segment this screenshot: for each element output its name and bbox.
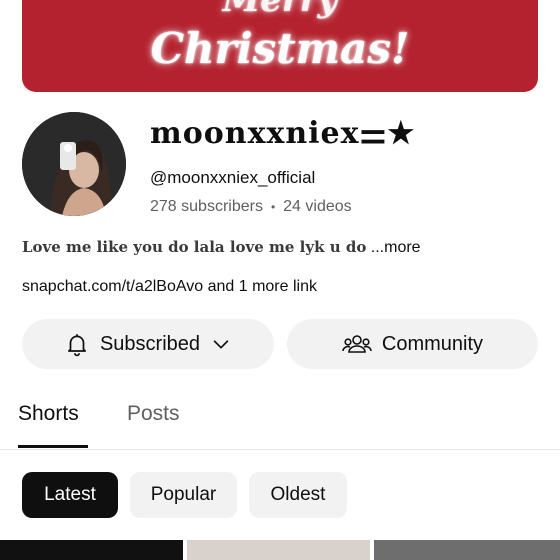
banner-greeting-line2: Christmas! bbox=[150, 24, 410, 73]
channel-links[interactable]: snapchat.com/t/a2lBoAvo and 1 more link bbox=[22, 278, 317, 296]
short-thumbnail[interactable] bbox=[374, 540, 560, 560]
channel-description[interactable]: Love me like you do lala love me lyk u d… bbox=[22, 238, 421, 257]
short-thumbnail[interactable] bbox=[0, 540, 183, 560]
active-tab-indicator bbox=[18, 445, 88, 448]
short-thumbnail[interactable] bbox=[187, 540, 370, 560]
description-text: Love me like you do lala love me lyk u d… bbox=[22, 238, 367, 256]
people-icon bbox=[342, 332, 372, 356]
channel-tabs: Shorts Posts bbox=[0, 396, 560, 450]
subscriber-count: 278 subscribers bbox=[150, 198, 263, 215]
community-button[interactable]: Community bbox=[287, 319, 538, 369]
tab-shorts[interactable]: Shorts bbox=[18, 402, 79, 426]
filter-chip-popular[interactable]: Popular bbox=[130, 472, 237, 518]
subscribed-label: Subscribed bbox=[99, 332, 201, 355]
subscribed-button[interactable]: Subscribed bbox=[22, 319, 274, 369]
bell-icon bbox=[64, 331, 90, 357]
channel-banner: Merry Christmas! bbox=[22, 0, 538, 92]
chevron-down-icon bbox=[210, 333, 232, 355]
banner-greeting-line1: Merry bbox=[222, 0, 338, 20]
channel-name: moonxxniex⚌★ bbox=[150, 116, 416, 151]
filter-chip-oldest[interactable]: Oldest bbox=[249, 472, 347, 518]
channel-handle: @moonxxniex_official bbox=[150, 168, 316, 187]
channel-stats: 278 subscribers • 24 videos bbox=[150, 198, 352, 216]
tab-posts[interactable]: Posts bbox=[127, 402, 180, 426]
community-label: Community bbox=[381, 332, 484, 355]
avatar-photo bbox=[22, 112, 126, 216]
filter-chip-latest[interactable]: Latest bbox=[22, 472, 118, 518]
channel-avatar[interactable] bbox=[22, 112, 126, 216]
separator-dot: • bbox=[270, 200, 276, 214]
description-more-link[interactable]: ...more bbox=[366, 239, 421, 256]
video-count: 24 videos bbox=[283, 198, 352, 215]
